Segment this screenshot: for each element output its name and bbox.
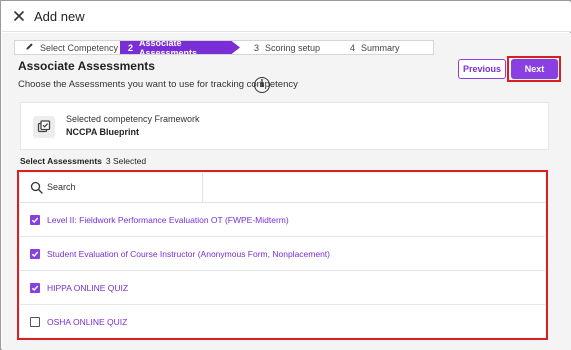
framework-icon: [33, 116, 55, 138]
list-item-label: HIPPA ONLINE QUIZ: [47, 282, 129, 293]
checkbox-checked[interactable]: [30, 214, 40, 225]
select-assessments-heading: Select Assessments 3 Selected: [20, 156, 146, 166]
list-item-label: OSHA ONLINE QUIZ: [47, 317, 128, 327]
step-label: Select Competency: [40, 42, 119, 53]
checkbox-unchecked[interactable]: [30, 317, 40, 327]
stepper: Select Competency 2 Associate Assessment…: [14, 40, 434, 55]
list-item[interactable]: Level II: Fieldwork Performance Evaluati…: [20, 203, 545, 237]
search-divider: [202, 173, 203, 203]
checkbox-checked[interactable]: [30, 248, 40, 259]
step-label: Summary: [361, 42, 400, 53]
framework-name: NCCPA Blueprint: [66, 127, 139, 137]
checkbox-checked[interactable]: [30, 282, 40, 293]
previous-button[interactable]: Previous: [458, 59, 506, 79]
step-select-competency[interactable]: Select Competency: [15, 41, 120, 54]
framework-card: Selected competency Framework NCCPA Blue…: [20, 102, 549, 150]
step-number: 2: [128, 42, 134, 53]
search-bar: [20, 173, 545, 203]
list-item[interactable]: Student Evaluation of Course Instructor …: [20, 237, 545, 271]
step-label: Scoring setup: [265, 42, 321, 53]
search-icon: [30, 181, 43, 194]
select-assessments-title: Select Assessments: [20, 156, 102, 166]
dialog-body: Select Competency 2 Associate Assessment…: [2, 33, 571, 350]
add-new-dialog: Add new Select Competency 2 Associate As…: [0, 0, 571, 350]
dialog-header: Add new: [2, 2, 571, 32]
next-button[interactable]: Next: [511, 59, 558, 79]
search-input[interactable]: [47, 179, 197, 195]
checkmark-icon: [31, 217, 39, 223]
pencil-icon: [25, 42, 34, 53]
page-title: Associate Assessments: [18, 59, 155, 73]
step-scoring-setup[interactable]: 3 Scoring setup: [240, 41, 340, 54]
checkmark-icon: [31, 285, 39, 291]
assessment-list: Level II: Fieldwork Performance Evaluati…: [20, 173, 545, 337]
step-label: Associate Assessments: [139, 37, 198, 58]
list-item-label: Student Evaluation of Course Instructor …: [47, 248, 330, 259]
list-item[interactable]: OSHA ONLINE QUIZ: [20, 305, 545, 339]
dialog-title: Add new: [34, 9, 85, 24]
framework-label: Selected competency Framework: [66, 114, 200, 124]
info-icon[interactable]: i: [254, 77, 270, 93]
list-item[interactable]: HIPPA ONLINE QUIZ: [20, 271, 545, 305]
selected-count: 3 Selected: [105, 156, 147, 166]
step-summary[interactable]: 4 Summary: [340, 41, 435, 54]
close-icon[interactable]: [11, 8, 27, 24]
step-associate-assessments[interactable]: 2 Associate Assessments: [120, 41, 240, 54]
step-number: 4: [350, 42, 356, 53]
checkmark-icon: [31, 251, 39, 257]
step-number: 3: [254, 42, 260, 53]
list-item-label: Level II: Fieldwork Performance Evaluati…: [47, 214, 289, 225]
